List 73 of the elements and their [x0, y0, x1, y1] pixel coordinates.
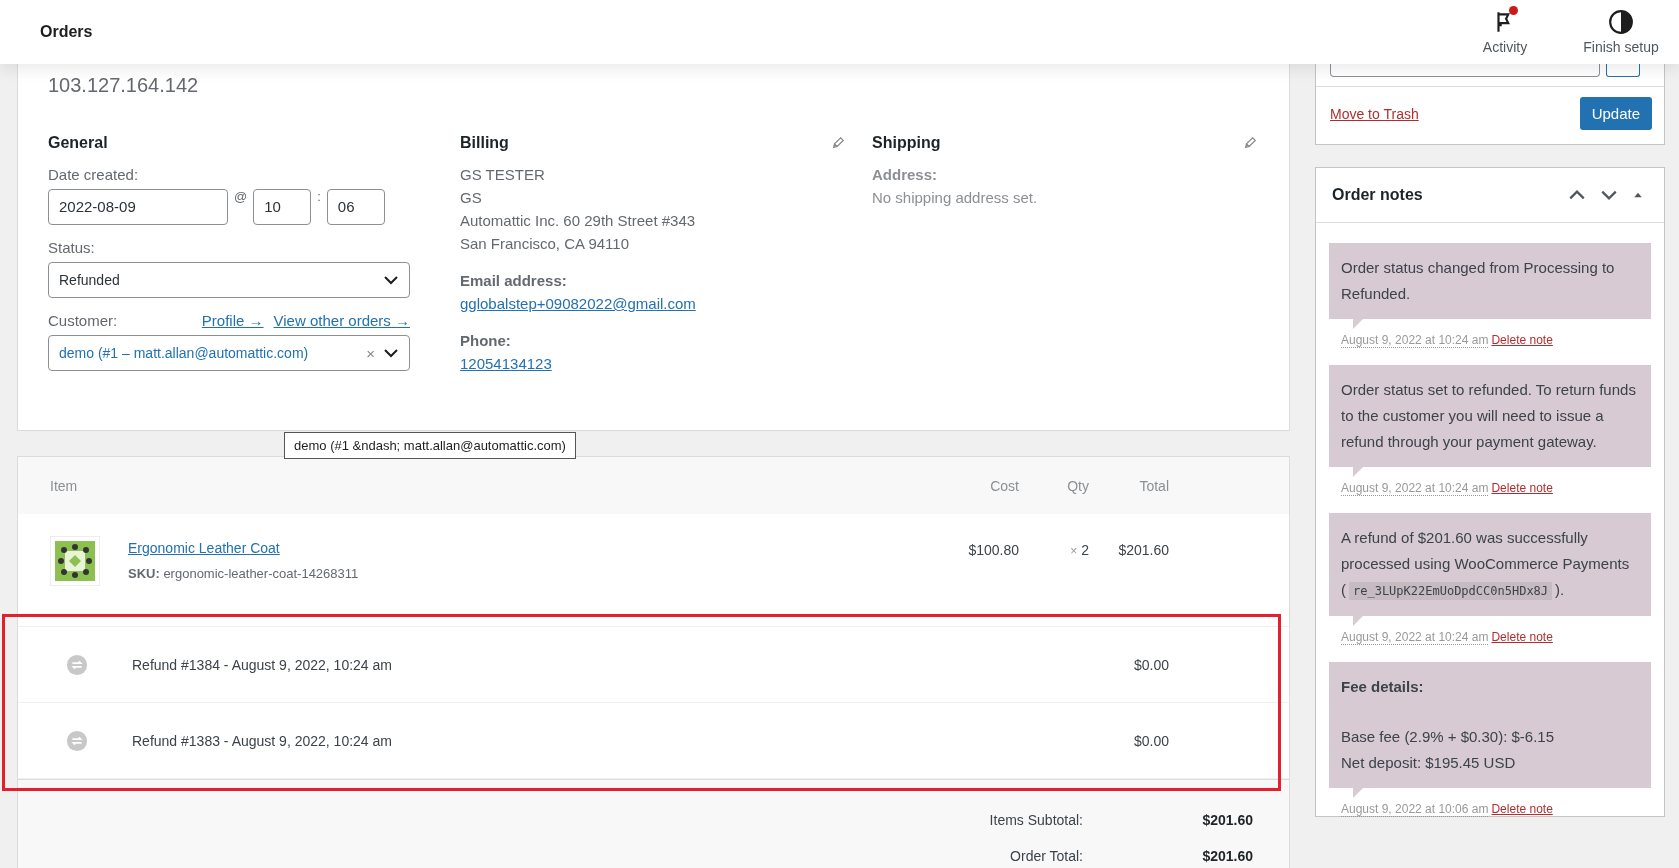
customer-link[interactable]: Profile → — [201, 312, 264, 335]
note-heading: Fee details: — [1341, 677, 1425, 697]
date-field[interactable]: 2022-08-09 — [48, 189, 228, 225]
customer-ip: 103.127.164.142 — [48, 73, 200, 98]
section-heading: Billing — [460, 134, 509, 152]
tooltip: demo (#1 &ndash; matt.allan@automattic.com) — [284, 432, 576, 459]
pencil-icon[interactable] — [1243, 136, 1257, 150]
email-link[interactable]: gglobalstep+09082022@gmail.com — [460, 295, 696, 312]
refund-text: Refund #1384 - August 9, 2022, 10:24 am — [132, 656, 392, 673]
total-value: $201.60 — [1201, 848, 1253, 864]
header-action[interactable]: Activity — [1447, 0, 1563, 64]
address-line: GS — [460, 189, 483, 206]
note-date: August 9, 2022 at 10:24 am — [1341, 481, 1489, 496]
quantity-cell: 2 — [1081, 542, 1089, 558]
clear-icon[interactable]: × — [366, 344, 375, 362]
column-header: Item — [50, 477, 79, 494]
hour-field[interactable]: 10 — [253, 189, 312, 225]
move-to-trash-link[interactable]: Move to Trash — [1330, 105, 1419, 122]
address-line: Automattic Inc. 60 29th Street #343 — [460, 212, 697, 229]
refund-text: Refund #1383 - August 9, 2022, 10:24 am — [132, 732, 392, 749]
sku-text: SKU: ergonomic-leather-coat-14268311 — [128, 566, 359, 581]
times-sign: × — [1070, 544, 1078, 558]
header-action[interactable]: Finish setup — [1563, 0, 1679, 64]
note-date: August 9, 2022 at 10:06 am — [1341, 802, 1489, 817]
product-link[interactable]: Ergonomic Leather Coat — [128, 540, 359, 556]
time-separator: : — [316, 189, 322, 204]
small-button[interactable] — [1606, 64, 1640, 77]
at-sign: @ — [233, 189, 249, 204]
field-label: Date created: — [48, 166, 140, 183]
address-text: No shipping address set. — [872, 189, 1039, 206]
note-text: Net deposit: $195.45 USD — [1341, 753, 1517, 773]
refund-icon — [66, 653, 88, 676]
note-date: August 9, 2022 at 10:24 am — [1341, 333, 1489, 348]
phone-link[interactable]: 12054134123 — [460, 355, 552, 372]
total-cell-text: $201.60 — [1117, 541, 1169, 558]
field-label: Email address: — [460, 272, 568, 289]
page-title: Orders — [40, 23, 93, 41]
field-label: Status: — [48, 239, 96, 256]
field-label: Address: — [872, 166, 939, 183]
section-heading: Shipping — [872, 134, 941, 152]
update-button[interactable]: Update — [1579, 97, 1652, 130]
column-header: Total — [1138, 477, 1169, 494]
delete-note-link[interactable]: Delete note — [1491, 333, 1553, 347]
note-text: Order status changed from Processing to Refunded. — [1341, 258, 1616, 304]
panel-title: Order notes — [1332, 186, 1424, 204]
total-label: Items Subtotal: — [988, 812, 1083, 828]
cost-cell-text: $100.80 — [967, 541, 1019, 558]
note-text: A refund of $201.60 was successfully processed using WooCommerce Payments ( re_3LUpK22EmUoDpdCC0n5HDx8J ). — [1341, 528, 1631, 602]
column-header: Qty — [1066, 477, 1089, 494]
total-value: $201.60 — [1201, 812, 1253, 828]
section-heading: General — [48, 134, 109, 152]
total-cell-text: $0.00 — [1132, 732, 1169, 749]
field-label: Phone: — [460, 332, 512, 349]
minute-field[interactable]: 06 — [326, 189, 385, 225]
pencil-icon[interactable] — [831, 136, 845, 150]
text-field[interactable] — [1330, 64, 1600, 77]
note-text: Base fee (2.9% + $0.30): $-6.15 — [1341, 727, 1556, 747]
address-line: GS TESTER — [460, 166, 546, 183]
note-date: August 9, 2022 at 10:24 am — [1341, 630, 1489, 645]
customer-link[interactable]: View other orders → — [273, 312, 410, 335]
total-label: Order Total: — [1009, 848, 1083, 864]
customer-select[interactable]: demo (#1 – matt.allan@automattic.com) × — [48, 335, 410, 371]
note-text: Order status set to refunded. To return funds to the customer you will need to issue a refund through your payment gateway. — [1341, 380, 1637, 452]
half-circle-icon — [1608, 9, 1634, 35]
refund-icon — [66, 729, 88, 752]
delete-note-link[interactable]: Delete note — [1491, 630, 1553, 644]
column-header: Cost — [989, 477, 1019, 494]
delete-note-link[interactable]: Delete note — [1491, 802, 1553, 816]
total-cell-text: $0.00 — [1132, 656, 1169, 673]
delete-note-link[interactable]: Delete note — [1491, 481, 1553, 495]
field-label: Customer: — [48, 312, 118, 329]
status-select[interactable]: Refunded — [48, 262, 410, 298]
address-line: San Francisco, CA 94110 — [460, 235, 630, 252]
